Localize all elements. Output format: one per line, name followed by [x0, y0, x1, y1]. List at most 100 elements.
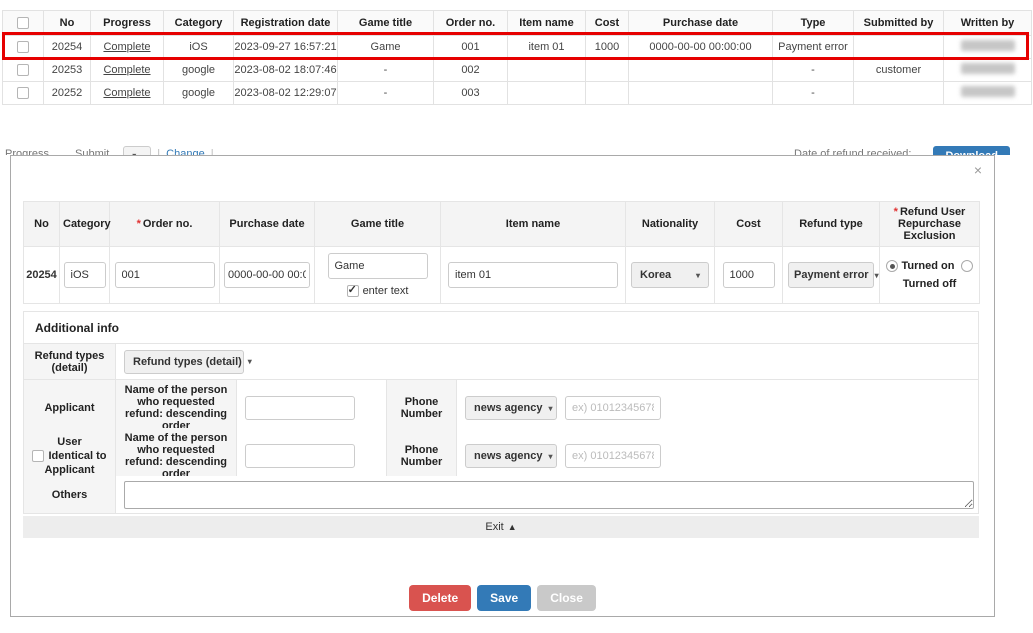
check-icon: ✓ — [348, 283, 357, 296]
toolbar-submit-label: Submit — [75, 146, 109, 155]
cell-cost — [586, 82, 629, 105]
form-col-purchase-date: Purchase date — [220, 202, 315, 247]
turned-off-radio[interactable] — [961, 260, 973, 272]
cell-item-name: item 01 — [508, 36, 586, 59]
save-button[interactable]: Save — [477, 585, 531, 611]
refund-types-label: Refund types (detail) — [24, 344, 116, 379]
toolbar-progress-label: Progress — [5, 146, 49, 155]
required-mark: * — [894, 206, 898, 218]
written-by-redacted — [961, 63, 1015, 74]
form-col-game-title: Game title — [315, 202, 441, 247]
form-col-no: No — [24, 202, 60, 247]
game-title-field[interactable] — [328, 253, 428, 279]
form-col-refund-type: Refund type — [783, 202, 880, 247]
cell-game-title: - — [338, 82, 434, 105]
select-all-checkbox[interactable] — [17, 17, 29, 29]
user-carrier-select[interactable]: news agency▾ — [465, 444, 557, 468]
col-submitted-by: Submitted by — [854, 11, 944, 36]
exit-collapse-bar[interactable]: Exit ▲ — [23, 516, 979, 538]
nationality-select[interactable]: Korea▾ — [631, 262, 709, 288]
row-checkbox[interactable] — [17, 64, 29, 76]
delete-button[interactable]: Delete — [409, 585, 471, 611]
written-by-redacted — [961, 40, 1015, 51]
refund-date-label: Date of refund received: — [794, 146, 911, 155]
cell-submitted-by — [854, 82, 944, 105]
cell-no: 20253 — [44, 59, 91, 82]
cell-submitted-by: customer — [854, 59, 944, 82]
row-checkbox[interactable] — [17, 41, 29, 53]
close-button[interactable]: Close — [537, 585, 596, 611]
turned-on-radio[interactable] — [886, 260, 898, 272]
col-category: Category — [164, 11, 234, 36]
cost-field[interactable] — [723, 262, 775, 288]
chevron-down-icon: ▾ — [248, 357, 252, 366]
cell-submitted-by — [854, 36, 944, 59]
row-checkbox[interactable] — [17, 87, 29, 99]
applicant-phone-field[interactable] — [565, 396, 661, 420]
identical-to-applicant-checkbox[interactable] — [32, 450, 44, 462]
category-field[interactable] — [64, 262, 106, 288]
table-row[interactable]: 20252 Complete google 2023-08-02 12:29:0… — [3, 82, 1032, 105]
refund-types-select[interactable]: Refund types (detail)▾ — [124, 350, 244, 374]
cell-order-no: 003 — [434, 82, 508, 105]
cell-category: google — [164, 59, 234, 82]
purchase-date-field[interactable] — [224, 262, 310, 288]
additional-info-section: Additional info Refund types (detail) Re… — [23, 311, 979, 514]
chevron-down-icon: ▾ — [548, 452, 552, 461]
cell-type: - — [773, 59, 854, 82]
refund-type-select[interactable]: Payment error▾ — [788, 262, 874, 288]
form-header-row: No Category *Order no. Purchase date Gam… — [24, 202, 980, 247]
cell-purchase-date — [629, 82, 773, 105]
refund-types-row: Refund types (detail) Refund types (deta… — [24, 343, 978, 379]
form-col-refund-user: *Refund User Repurchase Exclusion — [880, 202, 980, 247]
table-header-row: No Progress Category Registration date G… — [3, 11, 1032, 36]
clipped-toolbar: Progress Submit ▾ | Change | Date of ref… — [0, 146, 1010, 155]
others-label: Others — [24, 476, 116, 513]
progress-link[interactable]: Complete — [103, 87, 150, 99]
cell-game-title: Game — [338, 36, 434, 59]
col-purchase-date: Purchase date — [629, 11, 773, 36]
order-no-field[interactable] — [115, 262, 215, 288]
col-cost: Cost — [586, 11, 629, 36]
cell-no: 20254 — [44, 36, 91, 59]
download-button[interactable]: Download — [933, 146, 1010, 155]
turned-off-label: Turned off — [903, 278, 957, 290]
form-no-value: 20254 — [24, 247, 60, 304]
col-item-name: Item name — [508, 11, 586, 36]
user-phone-field[interactable] — [565, 444, 661, 468]
others-textarea[interactable] — [124, 481, 974, 509]
divider: | — [157, 146, 160, 155]
cell-cost — [586, 59, 629, 82]
form-col-cost: Cost — [715, 202, 783, 247]
form-col-category: Category — [60, 202, 110, 247]
progress-link[interactable]: Complete — [103, 64, 150, 76]
cell-order-no: 001 — [434, 36, 508, 59]
enter-text-checkbox[interactable]: ✓ — [347, 285, 359, 297]
applicant-row: Applicant Name of the person who request… — [24, 379, 978, 427]
form-col-nationality: Nationality — [626, 202, 715, 247]
cell-category: iOS — [164, 36, 234, 59]
close-icon[interactable]: × — [974, 164, 982, 176]
others-row: Others — [24, 475, 978, 513]
divider: | — [211, 146, 214, 155]
user-name-field[interactable] — [245, 444, 355, 468]
toolbar-change-link[interactable]: Change — [166, 146, 205, 155]
toolbar-submit-select[interactable]: ▾ — [123, 146, 151, 155]
applicant-name-field[interactable] — [245, 396, 355, 420]
cell-cost: 1000 — [586, 36, 629, 59]
cell-category: google — [164, 82, 234, 105]
applicant-carrier-select[interactable]: news agency▾ — [465, 396, 557, 420]
cell-registration-date: 2023-08-02 18:07:46 — [234, 59, 338, 82]
table-row[interactable]: 20253 Complete google 2023-08-02 18:07:4… — [3, 59, 1032, 82]
collapse-up-icon: ▲ — [508, 522, 517, 532]
form-col-order-no: *Order no. — [110, 202, 220, 247]
progress-link[interactable]: Complete — [103, 41, 150, 53]
cell-type: Payment error — [773, 36, 854, 59]
refund-list-table: No Progress Category Registration date G… — [2, 10, 1031, 105]
form-value-row: 20254 ✓ enter text Korea▾ Payment error▾… — [24, 247, 980, 304]
table-row[interactable]: 20254 Complete iOS 2023-09-27 16:57:21 G… — [3, 36, 1032, 59]
item-name-field[interactable] — [448, 262, 618, 288]
refund-form-table: No Category *Order no. Purchase date Gam… — [23, 201, 980, 304]
col-written-by: Written by — [944, 11, 1032, 36]
cell-type: - — [773, 82, 854, 105]
